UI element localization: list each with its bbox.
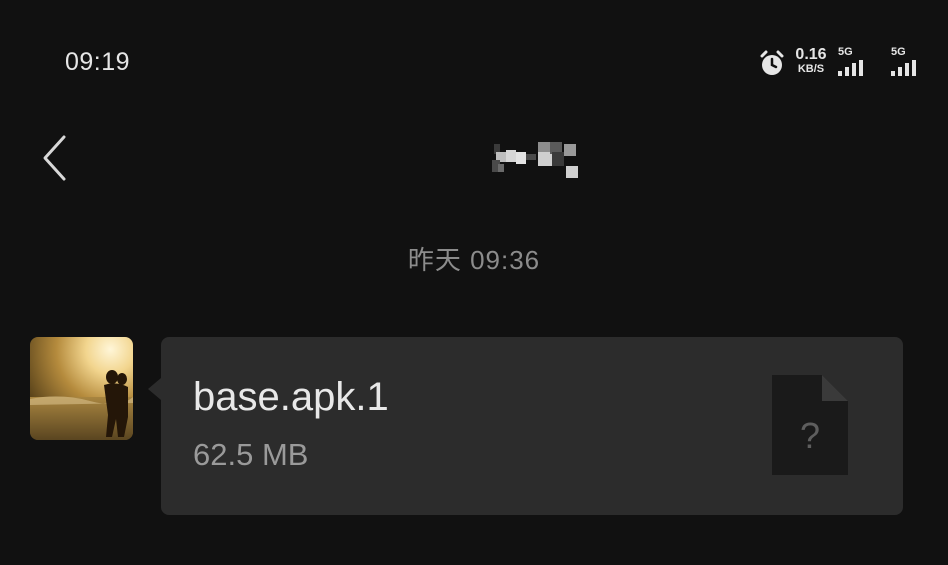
back-button[interactable] xyxy=(36,132,76,184)
status-bar-time: 09:19 xyxy=(65,48,131,76)
file-icon-symbol: ? xyxy=(800,415,820,456)
signal-bars-icon xyxy=(838,60,863,76)
file-name: base.apk.1 xyxy=(193,375,389,419)
signal-bars-icon xyxy=(891,60,916,76)
avatar-photo xyxy=(30,337,133,440)
network-speed-value: 0.16 xyxy=(795,46,827,63)
network-type-label: 5G xyxy=(838,46,853,58)
network-type-label: 5G xyxy=(891,46,906,58)
message-timestamp: 昨天 09:36 xyxy=(407,245,541,275)
chat-screen: 09:19 0.16 KB/S 5G 5G 昨天 09:36 base.apk.… xyxy=(0,0,948,565)
file-size: 62.5 MB xyxy=(193,437,309,472)
bubble-tail xyxy=(148,378,161,400)
contact-name-pixelated xyxy=(488,138,580,180)
alarm-clock-icon xyxy=(760,50,784,75)
signal-indicator-sim1: 5G xyxy=(838,46,878,76)
chevron-left-icon xyxy=(43,135,66,181)
network-speed-unit: KB/S xyxy=(797,63,825,75)
signal-indicator-sim2: 5G xyxy=(891,46,931,76)
unknown-file-icon: ? xyxy=(772,375,848,475)
status-bar-indicators: 0.16 KB/S 5G 5G xyxy=(758,44,948,80)
network-speed: 0.16 KB/S xyxy=(793,47,829,75)
file-message-bubble[interactable]: base.apk.1 62.5 MB ? xyxy=(161,337,903,515)
sender-avatar[interactable] xyxy=(30,337,133,440)
